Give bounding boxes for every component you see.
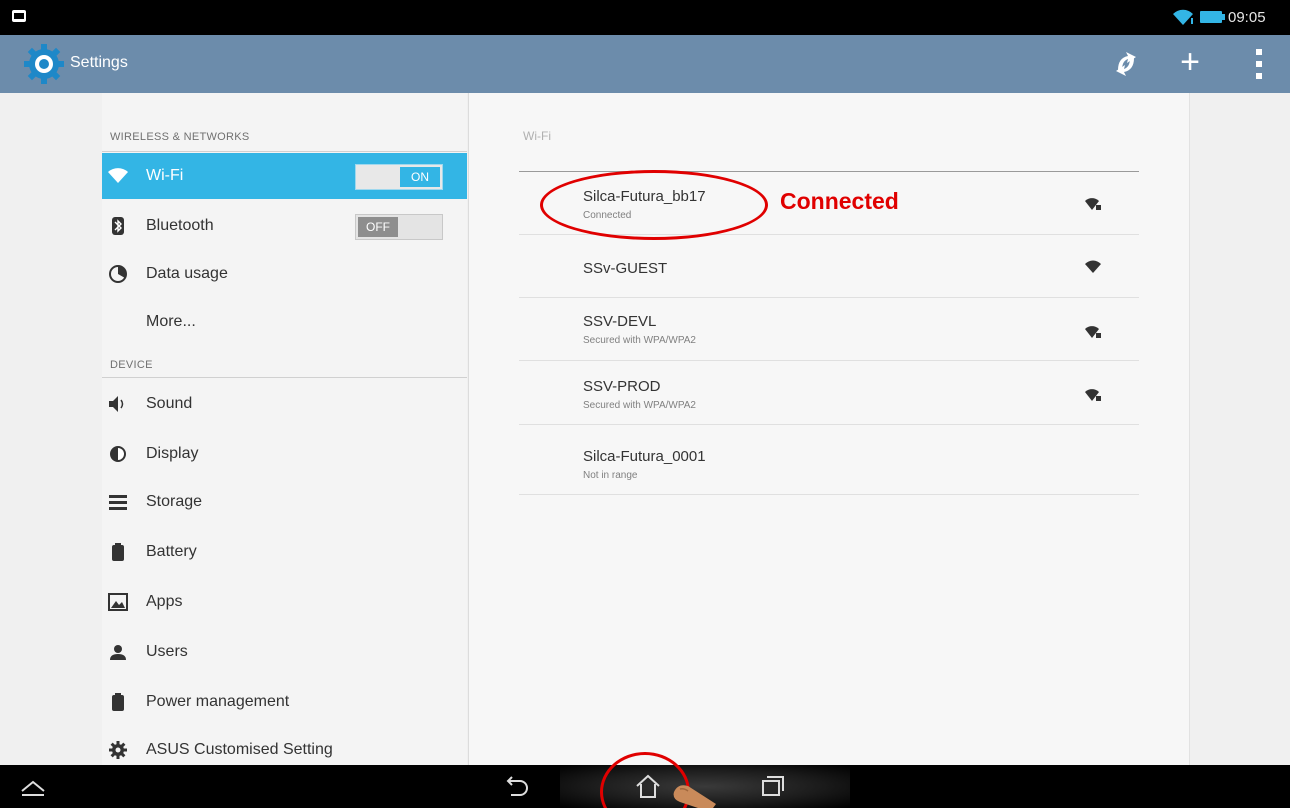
power-icon bbox=[112, 693, 124, 711]
sidebar-item-label: More... bbox=[146, 313, 196, 330]
sidebar-item-storage[interactable]: Storage bbox=[102, 479, 467, 525]
storage-icon bbox=[109, 495, 127, 510]
gear-icon bbox=[109, 741, 127, 759]
finger-pointer-icon bbox=[673, 785, 716, 808]
sidebar-item-label: Power management bbox=[146, 693, 290, 710]
bluetooth-icon bbox=[112, 217, 124, 235]
network-status: Secured with WPA/WPA2 bbox=[583, 400, 696, 411]
sidebar-item-label: Data usage bbox=[146, 265, 228, 282]
panel-title: Wi-Fi bbox=[523, 129, 551, 143]
network-row-silca-futura-0001[interactable]: Silca-Futura_0001 Not in range bbox=[519, 433, 1139, 495]
divider bbox=[102, 151, 467, 152]
sidebar-item-data-usage[interactable]: Data usage bbox=[102, 251, 467, 297]
toggle-state: ON bbox=[400, 167, 440, 187]
network-name: SSv-GUEST bbox=[583, 260, 668, 277]
sidebar-item-label: Apps bbox=[146, 593, 183, 610]
network-name: SSV-DEVL bbox=[583, 313, 657, 330]
sidebar-item-label: ASUS Customised Setting bbox=[146, 741, 333, 758]
notification-icon bbox=[12, 10, 26, 22]
sidebar-item-bluetooth[interactable]: Bluetooth OFF bbox=[102, 203, 467, 249]
sidebar-item-battery[interactable]: Battery bbox=[102, 529, 467, 575]
sidebar-item-label: Battery bbox=[146, 543, 197, 560]
sidebar-item-label: Display bbox=[146, 445, 199, 462]
status-bar: 09:05 bbox=[0, 0, 1290, 35]
sidebar-item-label: Users bbox=[146, 643, 188, 660]
wifi-signal-locked-icon bbox=[1085, 389, 1101, 401]
network-status: Secured with WPA/WPA2 bbox=[583, 335, 696, 346]
wifi-signal-locked-icon bbox=[1085, 198, 1101, 210]
battery-icon bbox=[1200, 11, 1225, 23]
annotation-label: Connected bbox=[780, 188, 899, 214]
network-name: Silca-Futura_0001 bbox=[583, 448, 706, 465]
section-header-device: DEVICE bbox=[110, 359, 153, 371]
section-header-wireless: WIRELESS & NETWORKS bbox=[110, 131, 250, 143]
action-bar: Settings + bbox=[0, 35, 1290, 93]
add-icon[interactable]: + bbox=[1174, 45, 1206, 80]
clock: 09:05 bbox=[1228, 9, 1266, 26]
battery-icon bbox=[112, 543, 124, 561]
network-name: SSV-PROD bbox=[583, 378, 661, 395]
sidebar-item-label: Wi-Fi bbox=[146, 167, 184, 184]
toggle-state: OFF bbox=[358, 217, 398, 237]
network-row-ssv-guest[interactable]: SSv-GUEST bbox=[519, 236, 1139, 298]
network-row-ssv-devl[interactable]: SSV-DEVL Secured with WPA/WPA2 bbox=[519, 299, 1139, 361]
speaker-icon bbox=[109, 396, 124, 412]
annotation-ellipse-connected bbox=[540, 170, 768, 240]
wifi-icon bbox=[108, 168, 128, 183]
sidebar-item-label: Storage bbox=[146, 493, 203, 510]
sidebar-item-display[interactable]: Display bbox=[102, 431, 467, 477]
bluetooth-toggle[interactable]: OFF bbox=[355, 214, 443, 240]
app-title: Settings bbox=[70, 54, 128, 71]
settings-sidebar: WIRELESS & NETWORKS Wi-Fi ON Bluetooth O… bbox=[102, 93, 467, 765]
network-status: Not in range bbox=[583, 470, 638, 481]
sync-icon[interactable] bbox=[1112, 50, 1140, 78]
sidebar-item-users[interactable]: Users bbox=[102, 629, 467, 675]
overflow-menu-icon[interactable] bbox=[1247, 49, 1271, 79]
settings-gear-icon[interactable] bbox=[22, 42, 66, 86]
back-icon[interactable] bbox=[500, 771, 534, 801]
divider bbox=[102, 377, 467, 378]
wifi-icon bbox=[1173, 9, 1193, 25]
sidebar-item-label: Sound bbox=[146, 395, 193, 412]
recent-apps-icon[interactable] bbox=[756, 771, 790, 801]
brightness-icon bbox=[110, 446, 126, 462]
data-usage-icon bbox=[109, 265, 127, 283]
sidebar-item-more[interactable]: More... bbox=[102, 299, 467, 345]
apps-icon bbox=[108, 593, 128, 611]
wifi-signal-locked-icon bbox=[1085, 326, 1101, 338]
sidebar-item-label: Bluetooth bbox=[146, 217, 214, 234]
user-icon bbox=[110, 645, 126, 660]
sidebar-item-apps[interactable]: Apps bbox=[102, 579, 467, 625]
sidebar-item-wifi[interactable]: Wi-Fi ON bbox=[102, 153, 467, 199]
hide-bar-icon[interactable] bbox=[16, 771, 50, 801]
sidebar-item-power-management[interactable]: Power management bbox=[102, 679, 467, 725]
wifi-signal-icon bbox=[1085, 260, 1101, 273]
screen: 09:05 Settings + WIRELESS & NETWORKS Wi-… bbox=[0, 0, 1290, 808]
wifi-toggle[interactable]: ON bbox=[355, 164, 443, 190]
sidebar-item-sound[interactable]: Sound bbox=[102, 381, 467, 427]
network-row-ssv-prod[interactable]: SSV-PROD Secured with WPA/WPA2 bbox=[519, 363, 1139, 425]
